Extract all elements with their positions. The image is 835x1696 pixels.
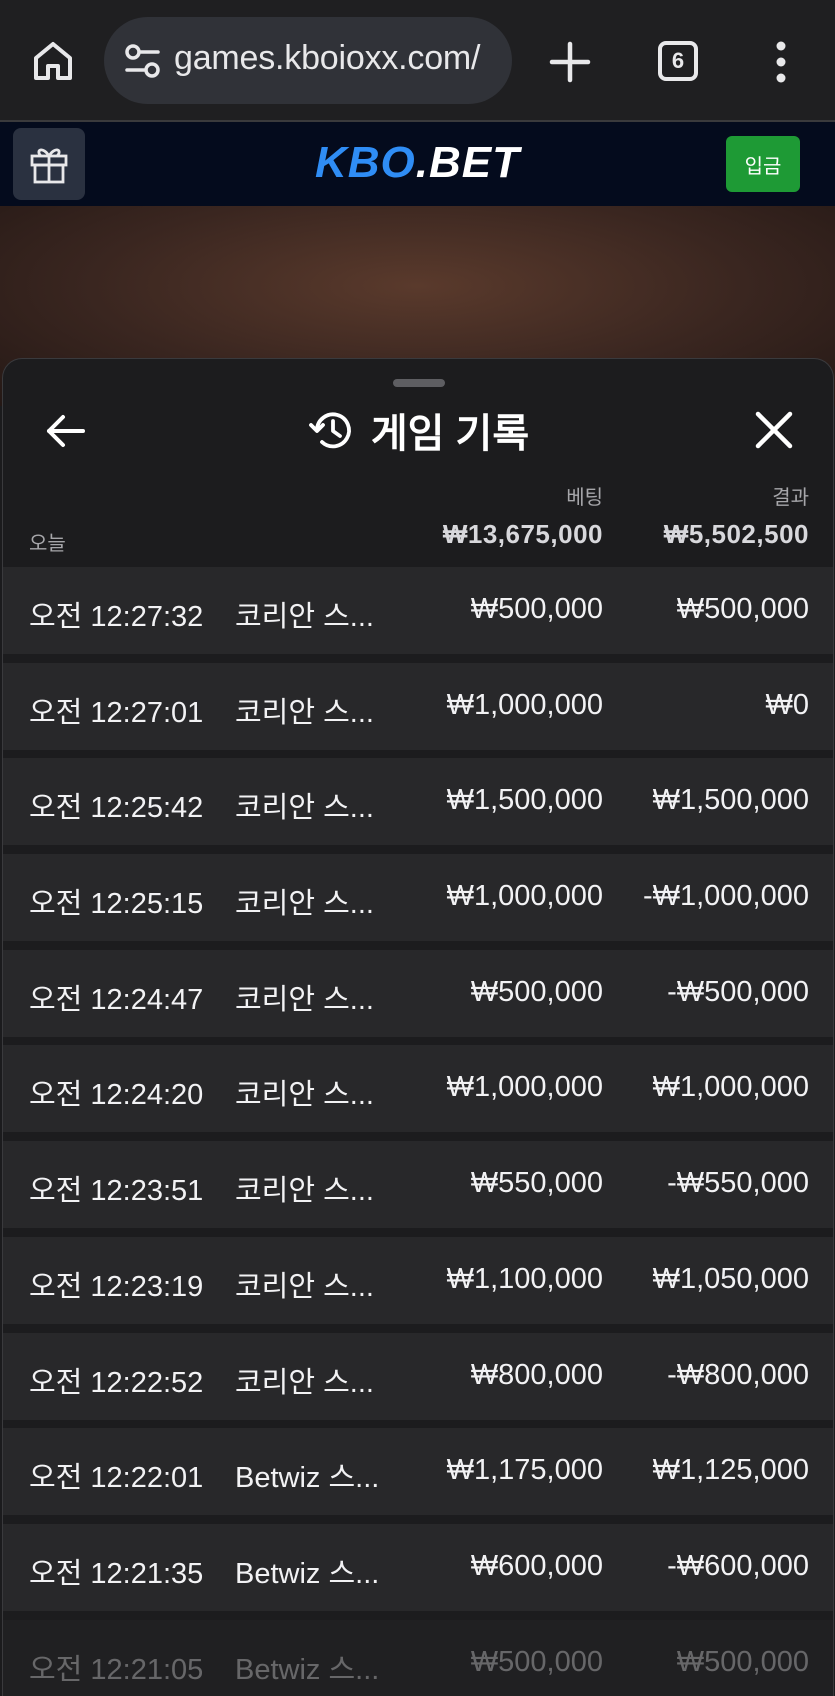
row-result: ₩1,000,000 [652,1071,809,1104]
row-bet: ₩600,000 [470,1549,603,1582]
site-logo[interactable]: KBO.BET [0,138,835,188]
history-row[interactable]: 오전 12:21:05 Betwiz 스... ₩500,000 ₩500,00… [3,1619,833,1696]
bet-total: ₩13,675,000 [442,519,603,549]
bet-column-label: 베팅 [566,487,603,509]
history-row[interactable]: 오전 12:23:51 코리안 스... ₩550,000 -₩550,000 [3,1141,833,1229]
row-game: 코리안 스... [235,1366,374,1399]
row-time: 오전 12:24:47 [29,983,204,1016]
row-result: ₩1,500,000 [652,784,809,817]
history-icon [308,412,351,449]
summary-header: 베팅 결과 오늘 ₩13,675,000 ₩5,502,500 [3,479,833,559]
row-result: ₩500,000 [676,1645,809,1678]
row-bet: ₩1,500,000 [446,784,603,817]
row-bet: ₩1,000,000 [446,688,603,721]
row-result: -₩800,000 [667,1358,809,1391]
row-time: 오전 12:24:20 [29,1079,204,1112]
row-game: 코리안 스... [235,888,374,921]
row-time: 오전 12:27:01 [29,696,204,729]
address-bar[interactable]: games.kboioxx.com/ [104,17,512,104]
row-bet: ₩1,100,000 [446,1262,603,1295]
sheet-title: 게임 기록 [3,401,833,459]
game-history-sheet: 게임 기록 베팅 결과 오늘 ₩13,675,000 ₩5,502,500 오전… [2,358,834,1696]
row-game: 코리안 스... [235,1270,374,1303]
more-vert-icon[interactable] [766,40,796,84]
row-game: Betwiz 스... [235,1462,380,1495]
row-time: 오전 12:23:51 [29,1175,204,1208]
row-time: 오전 12:21:05 [29,1653,204,1686]
tab-count: 6 [671,48,685,73]
history-row[interactable]: 오전 12:25:42 코리안 스... ₩1,500,000 ₩1,500,0… [3,758,833,846]
tab-switcher-button[interactable]: 6 [658,41,698,81]
row-bet: ₩1,175,000 [446,1454,603,1487]
new-tab-plus-icon[interactable] [548,40,592,84]
row-bet: ₩500,000 [470,593,603,625]
row-time: 오전 12:27:32 [29,601,204,633]
row-result: ₩500,000 [676,593,809,625]
row-bet: ₩500,000 [470,975,603,1008]
logo-kbo-text: KBO [314,138,416,187]
home-icon[interactable] [28,36,78,86]
history-row[interactable]: 오전 12:21:35 Betwiz 스... ₩600,000 -₩600,0… [3,1523,833,1611]
today-label: 오늘 [29,533,66,555]
drag-handle[interactable] [393,379,445,387]
row-result: ₩1,125,000 [652,1454,809,1487]
row-game: 코리안 스... [235,792,374,825]
row-bet: ₩500,000 [470,1645,603,1678]
row-time: 오전 12:21:35 [29,1557,204,1590]
row-result: -₩1,000,000 [642,880,809,913]
row-result: -₩500,000 [667,975,809,1008]
row-game: 코리안 스... [235,1079,374,1112]
history-row[interactable]: 오전 12:24:47 코리안 스... ₩500,000 -₩500,000 [3,949,833,1037]
row-bet: ₩1,000,000 [446,1071,603,1104]
row-game: 코리안 스... [235,696,374,729]
history-row[interactable]: 오전 12:27:01 코리안 스... ₩1,000,000 ₩0 [3,662,833,750]
row-time: 오전 12:25:15 [29,888,204,921]
title-text: 게임 기록 [370,412,530,456]
row-time: 오전 12:22:01 [29,1462,204,1495]
history-row[interactable]: 오전 12:24:20 코리안 스... ₩1,000,000 ₩1,000,0… [3,1045,833,1133]
row-bet: ₩1,000,000 [446,880,603,913]
history-row[interactable]: 오전 12:27:32 코리안 스... ₩500,000 ₩500,000 [3,567,833,654]
logo-bet-text: BET [429,138,520,187]
result-column-label: 결과 [772,487,809,509]
history-row[interactable]: 오전 12:25:15 코리안 스... ₩1,000,000 -₩1,000,… [3,854,833,942]
site-header: KBO.BET 입금 [0,122,835,206]
browser-toolbar: games.kboioxx.com/ 6 [0,0,835,122]
row-time: 오전 12:23:19 [29,1270,204,1303]
row-game: 코리안 스... [235,601,374,633]
row-game: 코리안 스... [235,1175,374,1208]
row-game: 코리안 스... [235,983,374,1016]
row-game: Betwiz 스... [235,1557,380,1590]
history-list: 오전 12:27:32 코리안 스... ₩500,000 ₩500,000 오… [3,567,833,1696]
deposit-button[interactable]: 입금 [726,136,800,192]
row-result: ₩0 [765,688,810,721]
history-row[interactable]: 오전 12:22:52 코리안 스... ₩800,000 -₩800,000 [3,1332,833,1420]
url-text[interactable]: games.kboioxx.com/ [174,39,481,78]
row-time: 오전 12:22:52 [29,1366,204,1399]
row-result: -₩550,000 [667,1167,809,1200]
close-icon[interactable] [753,409,795,451]
row-result: ₩1,050,000 [652,1262,809,1295]
row-game: Betwiz 스... [235,1653,380,1686]
history-row[interactable]: 오전 12:23:19 코리안 스... ₩1,100,000 ₩1,050,0… [3,1236,833,1324]
logo-dot-text: . [415,138,429,187]
row-bet: ₩550,000 [470,1167,603,1200]
row-time: 오전 12:25:42 [29,792,204,825]
history-row[interactable]: 오전 12:22:01 Betwiz 스... ₩1,175,000 ₩1,12… [3,1428,833,1516]
row-result: -₩600,000 [667,1549,809,1582]
tune-icon[interactable] [124,43,162,79]
result-total: ₩5,502,500 [663,519,809,549]
row-bet: ₩800,000 [470,1358,603,1391]
